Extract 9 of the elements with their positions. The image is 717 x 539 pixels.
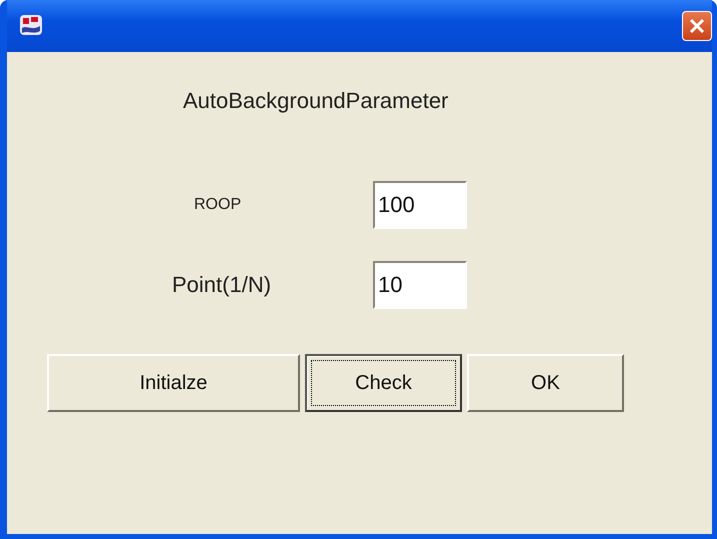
dialog-heading: AutoBackgroundParameter (183, 88, 448, 114)
close-button[interactable] (682, 11, 712, 41)
dialog-button[interactable]: Check (305, 354, 462, 412)
field-label: Point(1/N) (171, 272, 272, 298)
dialog-button[interactable]: Initialze (47, 354, 300, 412)
field-label: ROOP (193, 196, 242, 214)
dialog-button[interactable]: OK (467, 354, 624, 412)
input-field[interactable]: 10 (373, 261, 467, 309)
input-field[interactable]: 100 (373, 181, 467, 229)
